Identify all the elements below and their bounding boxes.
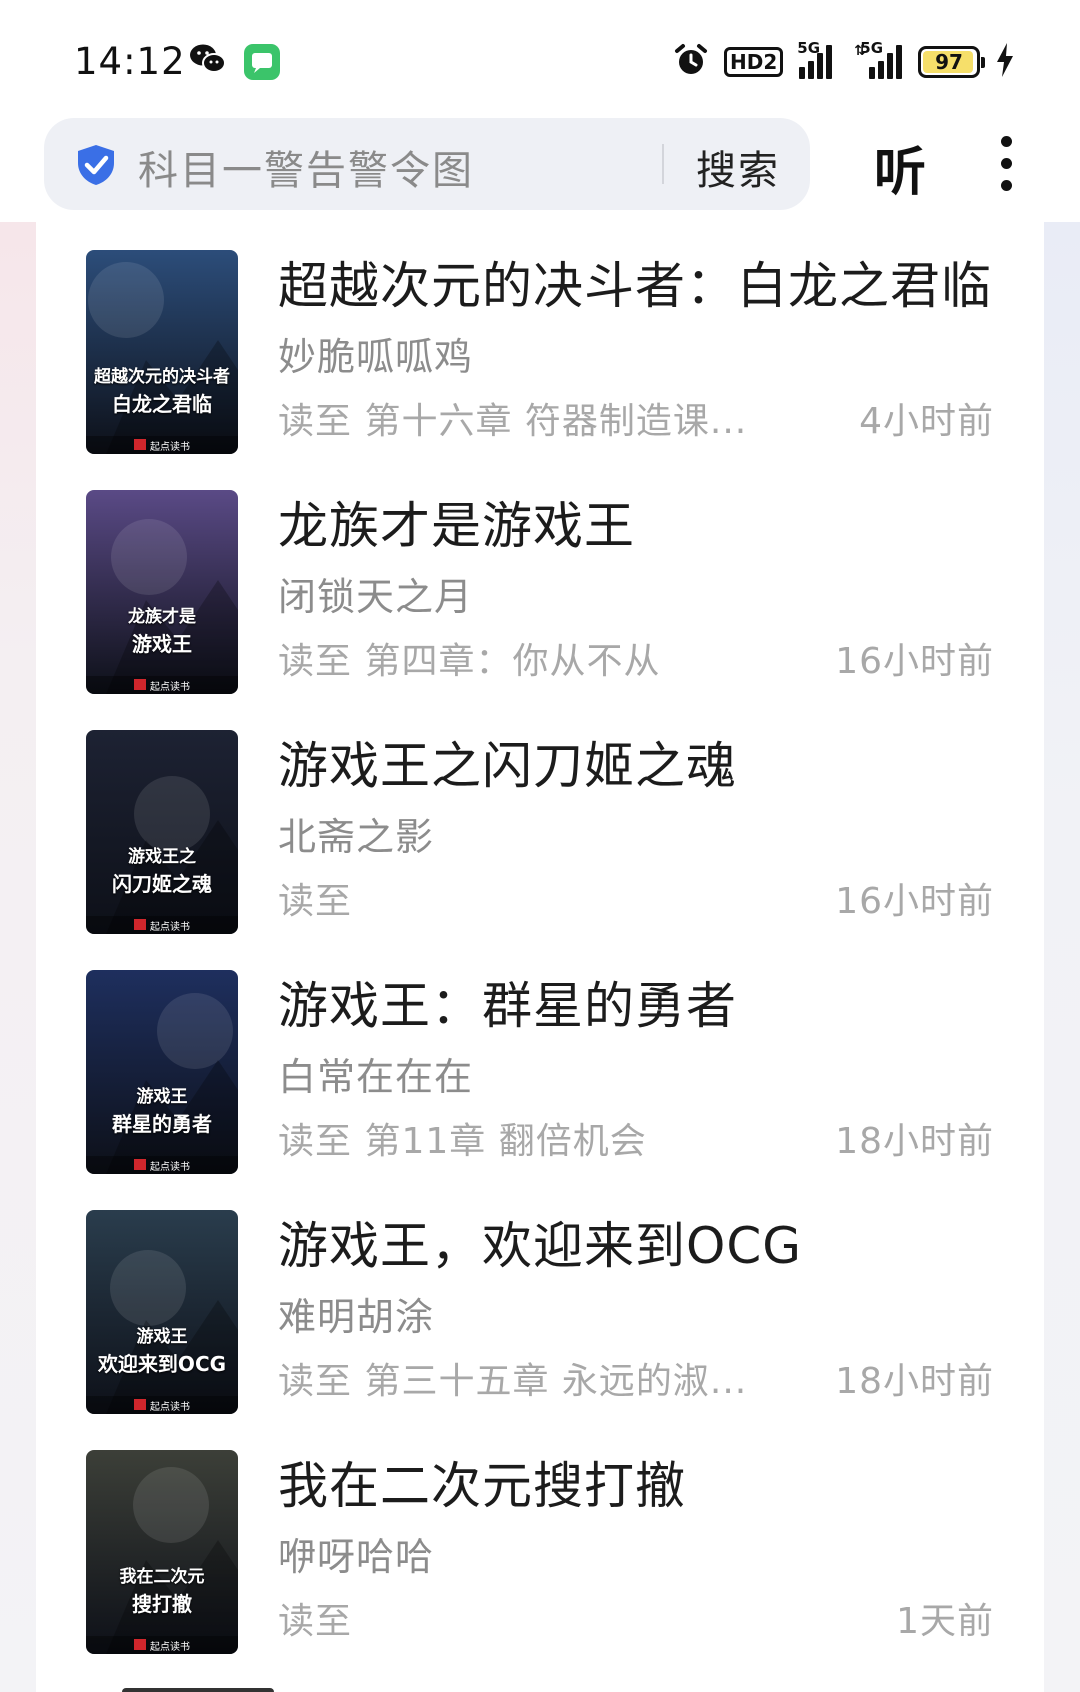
- book-list-item[interactable]: 超越次元的决斗者 白龙之君临 起点读书 超越次元的决斗者：白龙之君临 妙脆呱呱鸡 读至 第…: [36, 222, 1044, 462]
- last-read-time: 18小时前: [835, 1121, 994, 1162]
- book-list-item[interactable]: 游戏王 群星的勇者 起点读书 游戏王：群星的勇者 白常在在在 读至 第11章 翻倍机会 18…: [36, 942, 1044, 1182]
- status-indicators: HD2 5G 5G ⇅ 97: [674, 39, 1014, 84]
- cover-title-text: 超越次元的决斗者: [94, 367, 230, 387]
- reading-progress: 读至 第十六章 符器制造课...: [278, 401, 748, 442]
- book-list-item[interactable]: 龙族才是 游戏王 起点读书 龙族才是游戏王 闭锁天之月 读至 第四章：你从不从 16小时前: [36, 462, 1044, 702]
- cover-title-text: 游戏王之: [128, 847, 196, 867]
- book-cover[interactable]: 超越次元的决斗者白龙之君临起点读书: [86, 250, 238, 454]
- book-list-item[interactable]: 游戏王之 闪刀姬之魂 起点读书 游戏王之闪刀姬之魂 北斋之影 读至 16小时前: [36, 702, 1044, 942]
- cover-subtitle-text: 搜打撤: [132, 1592, 192, 1616]
- last-read-time: 4小时前: [859, 401, 994, 442]
- cover-subtitle-text: 游戏王: [132, 632, 192, 656]
- signal-5g-icon: 5G: [797, 39, 833, 79]
- signal-5g-icon: 5G ⇅: [854, 39, 902, 79]
- background-right: [1044, 222, 1080, 1692]
- book-title[interactable]: 游戏王，欢迎来到OCG: [278, 1206, 802, 1278]
- reading-progress: 读至: [278, 881, 353, 922]
- book-list-item[interactable]: 游戏王欢迎来到OCG 起点读书 游戏王，欢迎来到OCG 难明胡涂读至 第三十五章 永远…: [36, 1182, 1044, 1422]
- cover-publisher-text: 起点读书: [150, 1642, 190, 1653]
- book-title[interactable]: 超越次元的决斗者：白龙之君临: [278, 246, 992, 318]
- clock: 14:12: [74, 40, 186, 83]
- cover-publisher-text: 起点读书: [150, 682, 190, 693]
- book-title[interactable]: 游戏王之闪刀姬之魂: [278, 726, 737, 798]
- book-title[interactable]: 游戏王：群星的勇者: [278, 966, 737, 1038]
- book-cover[interactable]: 我在二次元搜打撤起点读书: [86, 1450, 238, 1654]
- cover-title-text: 游戏王: [136, 1327, 188, 1347]
- bookshelf-list: 超越次元的决斗者 白龙之君临 起点读书 超越次元的决斗者：白龙之君临 妙脆呱呱鸡 读至 第…: [36, 222, 1044, 1692]
- charging-icon: [996, 43, 1014, 81]
- reading-progress: 读至 第三十五章 永远的淑...: [278, 1361, 748, 1402]
- background-left: [0, 222, 36, 1692]
- cover-subtitle-text: 白龙之君临: [112, 392, 212, 416]
- cover-title-text: 游戏王: [136, 1087, 188, 1107]
- book-author: 咿呀哈哈: [278, 1535, 435, 1579]
- hd-voice-icon: HD2: [724, 47, 784, 77]
- messages-icon: [244, 44, 280, 84]
- cover-title-text: 我在二次元: [119, 1567, 205, 1587]
- cover-publisher-text: 起点读书: [150, 1402, 190, 1413]
- search-button[interactable]: 搜索: [696, 138, 780, 196]
- cover-publisher-text: 起点读书: [150, 1162, 190, 1173]
- search-header: 科目一警告警令图 搜索 听: [0, 118, 1080, 222]
- more-options-icon[interactable]: [1001, 136, 1013, 192]
- book-author: 难明胡涂: [278, 1295, 435, 1339]
- last-read-time: 16小时前: [835, 641, 994, 682]
- cover-subtitle-text: 闪刀姬之魂: [112, 872, 212, 896]
- last-read-time: 16小时前: [835, 881, 994, 922]
- cover-publisher-text: 起点读书: [150, 442, 190, 453]
- cover-subtitle-text: 群星的勇者: [112, 1112, 212, 1136]
- next-book-cover-edge: [122, 1688, 274, 1692]
- book-author: 闭锁天之月: [278, 575, 474, 619]
- last-read-time: 1天前: [896, 1601, 994, 1642]
- search-divider: [662, 144, 664, 184]
- book-author: 北斋之影: [278, 815, 435, 859]
- reading-progress: 读至: [278, 1601, 353, 1642]
- book-author: 白常在在在: [278, 1055, 474, 1099]
- cover-title-text: 龙族才是: [128, 607, 196, 627]
- reading-progress: 读至 第四章：你从不从: [278, 641, 661, 682]
- book-title[interactable]: 我在二次元搜打撤: [278, 1446, 686, 1518]
- cover-publisher-text: 起点读书: [150, 922, 190, 933]
- alarm-icon: [674, 43, 708, 81]
- book-cover[interactable]: 游戏王群星的勇者起点读书: [86, 970, 238, 1174]
- book-title[interactable]: 龙族才是游戏王: [278, 486, 635, 558]
- reading-progress: 读至 第11章 翻倍机会: [278, 1121, 647, 1162]
- wechat-icon: [190, 44, 226, 78]
- listen-button[interactable]: 听: [874, 130, 926, 205]
- book-cover[interactable]: 游戏王之闪刀姬之魂起点读书: [86, 730, 238, 934]
- cover-subtitle-text: 欢迎来到OCG: [97, 1352, 227, 1376]
- book-author: 妙脆呱呱鸡: [278, 335, 474, 379]
- book-cover[interactable]: 龙族才是游戏王起点读书: [86, 490, 238, 694]
- shield-icon: [76, 144, 116, 190]
- battery-icon: 97: [918, 46, 985, 78]
- last-read-time: 18小时前: [835, 1361, 994, 1402]
- book-list-item[interactable]: 我在二次元 搜打撤 起点读书 我在二次元搜打撤 咿呀哈哈 读至 1天前: [36, 1422, 1044, 1662]
- search-bar[interactable]: 科目一警告警令图 搜索: [44, 118, 810, 210]
- search-input[interactable]: 科目一警告警令图: [138, 138, 474, 196]
- status-bar: 14:12 HD2 5G 5G ⇅ 97: [0, 0, 1080, 118]
- book-cover[interactable]: 游戏王欢迎来到OCG 起点读书: [86, 1210, 238, 1414]
